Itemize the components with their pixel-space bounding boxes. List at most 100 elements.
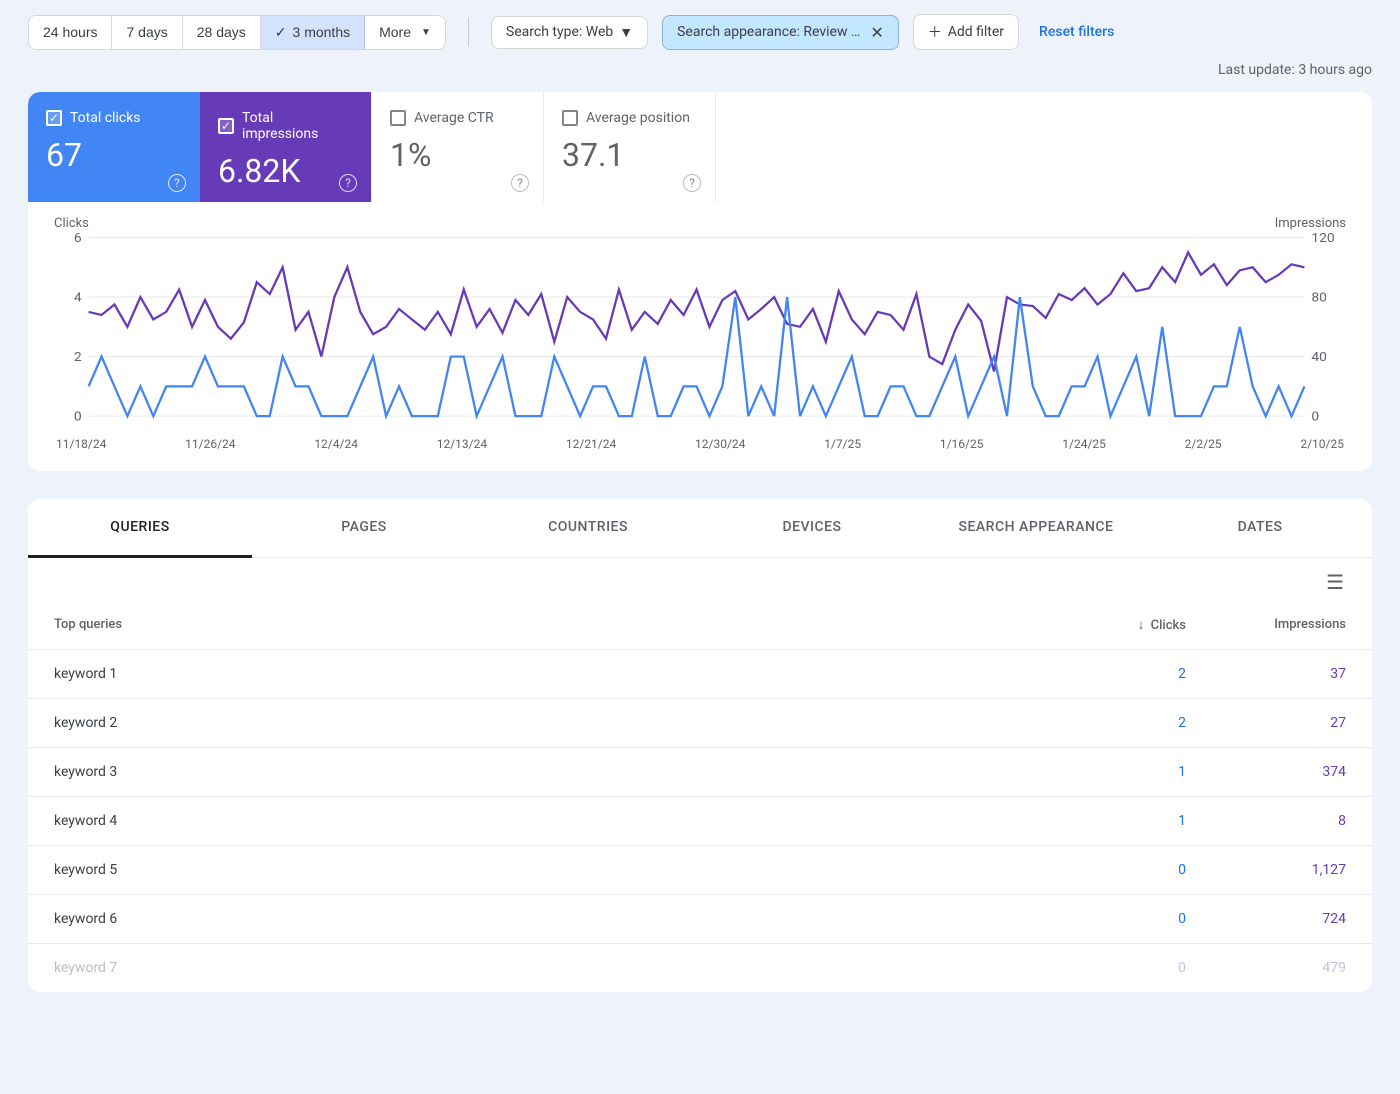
range-28d[interactable]: 28 days [183, 16, 261, 49]
x-tick: 2/10/25 [1300, 437, 1344, 451]
caret-down-icon: ▼ [421, 27, 431, 38]
svg-text:4: 4 [74, 291, 82, 306]
metric-impressions-value: 6.82K [218, 152, 353, 190]
search-appearance-chip[interactable]: Search appearance: Review … ✕ [662, 15, 899, 50]
tab-pages[interactable]: PAGES [252, 499, 476, 557]
reset-filters-link[interactable]: Reset filters [1039, 24, 1114, 40]
table-row[interactable]: keyword 2227 [28, 699, 1372, 748]
last-update-text: Last update: 3 hours ago [28, 62, 1372, 78]
metric-total-impressions[interactable]: Total impressions 6.82K ? [200, 92, 372, 202]
col-impressions[interactable]: Impressions [1212, 594, 1372, 650]
cell-impressions: 8 [1212, 797, 1372, 846]
svg-text:40: 40 [1311, 350, 1327, 365]
range-7d[interactable]: 7 days [112, 16, 182, 49]
metric-clicks-label: Total clicks [70, 110, 141, 126]
table-row[interactable]: keyword 418 [28, 797, 1372, 846]
tab-countries[interactable]: COUNTRIES [476, 499, 700, 557]
col-query[interactable]: Top queries [28, 594, 1092, 650]
performance-card: Total clicks 67 ? Total impressions 6.82… [28, 92, 1372, 471]
x-tick: 1/7/25 [824, 437, 861, 451]
y-left-label: Clicks [54, 216, 89, 231]
x-tick: 12/13/24 [437, 437, 487, 451]
metric-clicks-value: 67 [46, 136, 182, 174]
svg-text:120: 120 [1311, 231, 1334, 246]
help-icon[interactable]: ? [683, 174, 701, 192]
table-row[interactable]: keyword 70479 [28, 944, 1372, 993]
svg-text:80: 80 [1311, 291, 1327, 306]
metrics-row: Total clicks 67 ? Total impressions 6.82… [28, 92, 1372, 202]
metric-position-value: 37.1 [562, 136, 697, 174]
y-right-label: Impressions [1275, 216, 1346, 231]
appearance-chip-label: Search appearance: Review … [677, 24, 860, 40]
search-type-chip[interactable]: Search type: Web ▼ [491, 16, 648, 49]
metric-total-clicks[interactable]: Total clicks 67 ? [28, 92, 200, 202]
metric-avg-ctr[interactable]: Average CTR 1% ? [372, 92, 544, 202]
cell-impressions: 37 [1212, 650, 1372, 699]
tab-dates[interactable]: DATES [1148, 499, 1372, 557]
date-range-group: 24 hours 7 days 28 days ✓ 3 months More … [28, 15, 446, 50]
tab-devices[interactable]: DEVICES [700, 499, 924, 557]
x-tick: 12/21/24 [566, 437, 616, 451]
col-clicks[interactable]: ↓Clicks [1092, 594, 1212, 650]
line-chart: 6 4 2 0 120 80 40 0 [54, 231, 1346, 427]
metric-position-label: Average position [586, 110, 690, 126]
svg-text:0: 0 [74, 410, 82, 425]
close-icon[interactable]: ✕ [870, 23, 883, 42]
caret-down-icon: ▼ [619, 24, 633, 41]
chart-area: Clicks Impressions 6 4 2 0 120 80 40 0 11/18/2… [28, 202, 1372, 471]
tab-search-appearance[interactable]: SEARCH APPEARANCE [924, 499, 1148, 557]
cell-impressions: 479 [1212, 944, 1372, 993]
queries-table: Top queries ↓Clicks Impressions keyword … [28, 594, 1372, 992]
cell-clicks: 1 [1092, 797, 1212, 846]
x-tick: 2/2/25 [1185, 437, 1222, 451]
cell-clicks: 1 [1092, 748, 1212, 797]
range-3m-label: 3 months [293, 24, 351, 40]
table-row[interactable]: keyword 31374 [28, 748, 1372, 797]
tab-queries[interactable]: QUERIES [28, 499, 252, 558]
svg-text:0: 0 [1311, 410, 1319, 425]
range-24h[interactable]: 24 hours [29, 16, 112, 49]
cell-query: keyword 2 [28, 699, 1092, 748]
help-icon[interactable]: ? [168, 174, 186, 192]
cell-clicks: 0 [1092, 895, 1212, 944]
cell-query: keyword 1 [28, 650, 1092, 699]
checkbox-icon [46, 110, 62, 126]
metric-ctr-label: Average CTR [414, 110, 494, 126]
add-filter-button[interactable]: ＋ Add filter [913, 14, 1019, 50]
cell-query: keyword 7 [28, 944, 1092, 993]
x-tick: 12/4/24 [314, 437, 358, 451]
metric-ctr-value: 1% [390, 136, 525, 174]
cell-impressions: 374 [1212, 748, 1372, 797]
help-icon[interactable]: ? [511, 174, 529, 192]
divider [468, 18, 469, 46]
cell-clicks: 0 [1092, 944, 1212, 993]
checkbox-icon [562, 110, 578, 126]
col-clicks-label: Clicks [1151, 618, 1186, 633]
help-icon[interactable]: ? [339, 174, 357, 192]
table-row[interactable]: keyword 60724 [28, 895, 1372, 944]
x-tick: 11/18/24 [56, 437, 106, 451]
cell-impressions: 1,127 [1212, 846, 1372, 895]
cell-impressions: 27 [1212, 699, 1372, 748]
metric-avg-position[interactable]: Average position 37.1 ? [544, 92, 716, 202]
cell-query: keyword 6 [28, 895, 1092, 944]
range-more[interactable]: More ▼ [365, 16, 445, 49]
checkbox-icon [390, 110, 406, 126]
cell-clicks: 2 [1092, 650, 1212, 699]
cell-impressions: 724 [1212, 895, 1372, 944]
metric-impressions-label: Total impressions [242, 110, 353, 142]
cell-query: keyword 4 [28, 797, 1092, 846]
table-row[interactable]: keyword 1237 [28, 650, 1372, 699]
filter-bar: 24 hours 7 days 28 days ✓ 3 months More … [28, 14, 1372, 50]
add-filter-label: Add filter [948, 24, 1004, 40]
range-3m[interactable]: ✓ 3 months [261, 16, 365, 49]
x-tick: 1/24/25 [1062, 437, 1106, 451]
x-tick: 12/30/24 [695, 437, 745, 451]
cell-query: keyword 3 [28, 748, 1092, 797]
table-row[interactable]: keyword 501,127 [28, 846, 1372, 895]
check-icon: ✓ [275, 24, 287, 41]
filter-icon[interactable]: ☰ [1326, 570, 1344, 594]
svg-text:6: 6 [74, 231, 82, 246]
cell-query: keyword 5 [28, 846, 1092, 895]
svg-text:2: 2 [74, 350, 82, 365]
